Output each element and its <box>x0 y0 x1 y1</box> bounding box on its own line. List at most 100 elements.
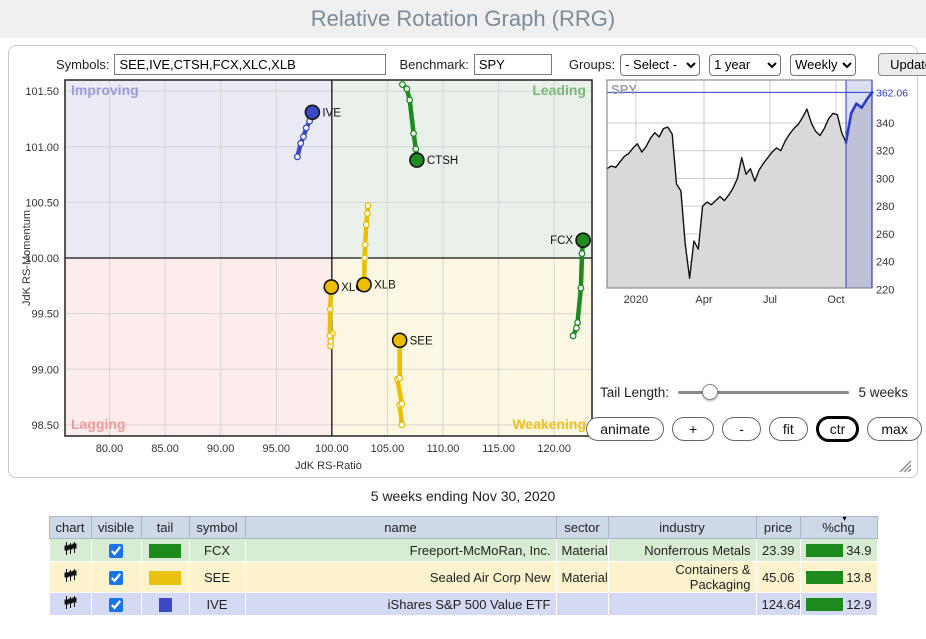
benchmark-label: Benchmark: <box>399 57 468 72</box>
column-header-chart[interactable]: chart <box>49 517 91 539</box>
pct-chg-cell: 34.9 <box>800 539 877 562</box>
candlestick-chart-icon <box>64 595 77 610</box>
visible-checkbox[interactable] <box>109 598 123 612</box>
rrg-panel: Symbols: Benchmark: Groups: - Select - 1… <box>8 45 918 478</box>
svg-text:Jul: Jul <box>763 294 777 306</box>
column-header-name[interactable]: name <box>245 517 556 539</box>
svg-text:2020: 2020 <box>624 294 648 306</box>
svg-text:320: 320 <box>876 146 894 158</box>
price-cell: 23.39 <box>756 539 800 562</box>
table-row-fcx: FCXFreeport-McMoRan, Inc.MaterialsNonfer… <box>49 539 877 562</box>
toolbar: Symbols: Benchmark: Groups: - Select - 1… <box>56 53 926 76</box>
spy-chart-title: SPY <box>611 82 637 97</box>
rrg-marker-xlb[interactable]: XLB <box>357 278 396 292</box>
industry-cell: Nonferrous Metals <box>608 539 756 562</box>
chart-buttons: animate+-fitctrmax <box>600 416 908 442</box>
sort-desc-icon: ▾ <box>843 514 847 523</box>
symbols-label: Symbols: <box>56 57 109 72</box>
chart-controls: Tail Length: 5 weeks animate+-fitctrmax <box>600 384 908 442</box>
max-button[interactable]: max <box>867 417 921 441</box>
groups-select[interactable]: - Select - <box>620 54 700 76</box>
pct-chg-bar <box>806 544 844 557</box>
symbol-cell[interactable]: SEE <box>189 562 245 593</box>
benchmark-input[interactable] <box>474 54 552 75</box>
spy-last-value: 362.06 <box>876 87 908 99</box>
rrg-label-ive: IVE <box>322 107 341 119</box>
column-header-symbol[interactable]: symbol <box>189 517 245 539</box>
tail-color-swatch[interactable] <box>149 544 181 558</box>
column-header-tail[interactable]: tail <box>141 517 189 539</box>
svg-text:Improving: Improving <box>71 82 139 98</box>
slider-thumb[interactable] <box>702 384 718 400</box>
symbols-input[interactable] <box>114 54 386 75</box>
period-select[interactable]: 1 year <box>709 54 781 76</box>
rrg-marker-fcx[interactable]: FCX <box>550 233 590 247</box>
date-range-caption: 5 weeks ending Nov 30, 2020 <box>0 488 926 504</box>
industry-cell <box>608 593 756 616</box>
frequency-select[interactable]: Weekly <box>790 54 856 76</box>
tail-length-value: 5 weeks <box>858 385 908 400</box>
svg-text:85.00: 85.00 <box>151 443 179 455</box>
tail-length-slider[interactable] <box>678 384 849 400</box>
svg-text:280: 280 <box>876 201 894 213</box>
svg-text:99.50: 99.50 <box>31 309 59 321</box>
svg-text:101.50: 101.50 <box>25 86 59 98</box>
svg-text:Lagging: Lagging <box>71 416 125 432</box>
svg-text:JdK RS-Ratio: JdK RS-Ratio <box>295 460 362 472</box>
svg-text:Leading: Leading <box>532 82 586 98</box>
visible-checkbox[interactable] <box>109 571 123 585</box>
rrg-label-fcx: FCX <box>550 235 573 247</box>
svg-text:Oct: Oct <box>827 294 844 306</box>
groups-label: Groups: <box>569 57 615 72</box>
fit-button[interactable]: fit <box>769 417 808 441</box>
pct-chg-bar <box>806 571 844 584</box>
tail-color-swatch[interactable] <box>159 598 172 612</box>
pct-chg-cell: 12.9 <box>800 593 877 616</box>
animate-button[interactable]: animate <box>586 417 664 441</box>
symbol-cell[interactable]: FCX <box>189 539 245 562</box>
svg-text:98.50: 98.50 <box>31 420 59 432</box>
svg-text:220: 220 <box>876 284 894 296</box>
svg-text:Weakening: Weakening <box>512 416 586 432</box>
zoom-out-button[interactable]: - <box>722 417 761 441</box>
svg-text:99.00: 99.00 <box>31 364 59 376</box>
chart-link[interactable] <box>49 562 91 593</box>
svg-text:260: 260 <box>876 229 894 241</box>
rrg-marker-ive[interactable]: IVE <box>305 105 341 119</box>
industry-cell: Containers & Packaging <box>608 562 756 593</box>
table-row-ive: IVEiShares S&P 500 Value ETF124.6412.9 <box>49 593 877 616</box>
sector-cell <box>556 593 608 616</box>
center-button[interactable]: ctr <box>816 416 860 442</box>
column-header-visible[interactable]: visible <box>91 517 141 539</box>
svg-text:101.00: 101.00 <box>25 142 59 154</box>
price-cell: 124.64 <box>756 593 800 616</box>
svg-text:105.00: 105.00 <box>371 443 405 455</box>
column-header-price[interactable]: price <box>756 517 800 539</box>
column-header-pctchg[interactable]: %chg▾ <box>800 517 877 539</box>
rrg-marker-see[interactable]: SEE <box>393 333 433 347</box>
svg-text:100.50: 100.50 <box>25 197 59 209</box>
svg-text:340: 340 <box>876 118 894 130</box>
chart-link[interactable] <box>49 593 91 616</box>
spy-benchmark-chart[interactable]: 2020AprJulOct220240260280300320340SPY362… <box>600 78 914 308</box>
svg-text:240: 240 <box>876 257 894 269</box>
table-row-see: SEESealed Air Corp NewMaterialsContainer… <box>49 562 877 593</box>
column-header-sector[interactable]: sector <box>556 517 608 539</box>
price-cell: 45.06 <box>756 562 800 593</box>
svg-text:115.00: 115.00 <box>482 443 515 455</box>
rrg-marker-ctsh[interactable]: CTSH <box>410 153 458 167</box>
svg-text:95.00: 95.00 <box>262 443 290 455</box>
update-button[interactable]: Update <box>878 53 926 76</box>
zoom-in-button[interactable]: + <box>672 417 714 441</box>
column-header-industry[interactable]: industry <box>608 517 756 539</box>
symbol-cell[interactable]: IVE <box>189 593 245 616</box>
visible-checkbox[interactable] <box>109 544 123 558</box>
page-title: Relative Rotation Graph (RRG) <box>311 6 615 32</box>
resize-handle-icon[interactable] <box>897 458 912 473</box>
rrg-chart[interactable]: 80.0085.0090.0095.00100.00105.00110.0011… <box>18 75 608 473</box>
title-bar: Relative Rotation Graph (RRG) <box>0 0 926 38</box>
tail-color-swatch[interactable] <box>149 571 181 585</box>
rrg-label-xlb: XLB <box>374 280 396 292</box>
svg-text:300: 300 <box>876 173 894 185</box>
chart-link[interactable] <box>49 539 91 562</box>
